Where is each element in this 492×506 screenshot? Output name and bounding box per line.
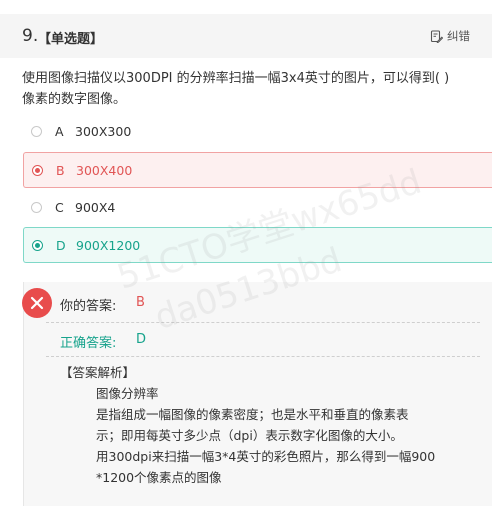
your-answer-label: 你的答案: [60, 299, 117, 314]
edit-document-icon [430, 29, 443, 43]
option-text: 900X4 [75, 200, 116, 215]
analysis-body: 图像分辨率 是指组成一幅图像的像素密度；也是水平和垂直的像素表 示；即用每英寸多… [96, 383, 488, 488]
analysis-line: *1200个像素点的图像 [96, 470, 222, 485]
radio-button-correct[interactable] [32, 240, 43, 251]
option-letter: C [55, 200, 64, 215]
question-stem: 使用图像扫描仪以300DPI 的分辨率扫描一幅3x4英寸的图片，可以得到( ) … [22, 68, 492, 110]
option-letter: D [56, 238, 66, 253]
option-a[interactable]: A 300X300 [23, 114, 492, 150]
option-text: 300X300 [75, 124, 132, 139]
option-d[interactable]: D 900X1200 [23, 227, 492, 263]
question-number: 9. [22, 26, 39, 46]
option-text: 300X400 [76, 163, 133, 178]
correct-answer-label: 正确答案: [60, 336, 117, 351]
analysis-title: 【答案解析】 [60, 365, 136, 380]
radio-button[interactable] [31, 202, 42, 213]
option-c[interactable]: C 900X4 [23, 190, 492, 226]
analysis-line: 是指组成一幅图像的像素密度；也是水平和垂直的像素表 [96, 407, 409, 422]
option-letter: B [56, 163, 65, 178]
report-error-label: 纠错 [447, 29, 470, 43]
option-text: 900X1200 [76, 238, 141, 253]
report-error-button[interactable]: 纠错 [430, 28, 470, 44]
stem-line: 像素的数字图像。 [22, 92, 127, 107]
analysis-line: 用300dpi来扫描一幅3*4英寸的彩色照片，那么得到一幅900 [96, 449, 436, 464]
divider [46, 322, 480, 323]
option-letter: A [55, 124, 64, 139]
your-answer-value: B [136, 295, 145, 310]
wrong-answer-icon [22, 288, 52, 318]
analysis-line: 示；即用每英寸多少点（dpi）表示数字化图像的大小。 [96, 428, 403, 443]
analysis-line: 图像分辨率 [96, 386, 159, 401]
answer-analysis-panel: 你的答案: B 正确答案: D 【答案解析】 图像分辨率 是指组成一幅图像的像素… [22, 282, 492, 506]
stem-line: 使用图像扫描仪以300DPI 的分辨率扫描一幅3x4英寸的图片，可以得到( ) [22, 71, 450, 86]
question-header: 9. 【单选题】 纠错 [0, 14, 492, 58]
question-type-label: 【单选题】 [38, 32, 104, 47]
radio-button-selected[interactable] [32, 165, 43, 176]
radio-button[interactable] [31, 126, 42, 137]
divider [46, 356, 480, 357]
correct-answer-value: D [136, 332, 147, 347]
option-b[interactable]: B 300X400 [23, 152, 492, 188]
